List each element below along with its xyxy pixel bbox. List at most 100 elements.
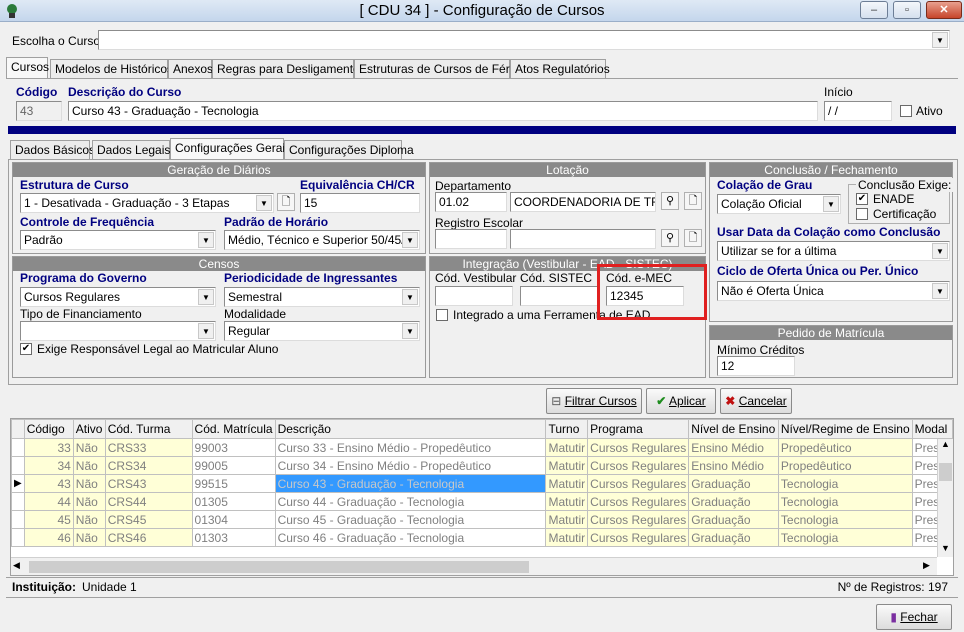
table-row[interactable]: 45 Não CRS45 01304 Curso 45 - Graduação - Te… [11,510,953,529]
certificacao-checkbox[interactable] [856,208,868,220]
cell-codigo[interactable]: 33 [23,438,74,457]
frequencia-select[interactable]: Padrão ▼ [20,230,216,250]
cell-turma[interactable]: CRS45 [104,510,193,529]
cell-ativo[interactable]: Não [72,528,106,547]
chevron-down-icon[interactable]: ▼ [402,323,418,339]
tab-estruturas-ferias[interactable]: Estruturas de Cursos de Férias [354,59,525,78]
cell-programa[interactable]: Cursos Regulares [587,528,690,547]
cell-programa[interactable]: Cursos Regulares [587,456,690,475]
cell-programa[interactable]: Cursos Regulares [587,438,690,457]
col-cod-turma[interactable]: Cód. Turma [104,419,193,439]
cell-descricao[interactable]: Curso 44 - Graduação - Tecnologia [274,492,547,511]
minimo-creditos-field[interactable]: 12 [717,356,795,376]
cell-turno[interactable]: Matutir [545,528,589,547]
cell-nivel[interactable]: Graduação [688,510,779,529]
cell-turno[interactable]: Matutir [545,456,589,475]
col-modal[interactable]: Modal [911,419,953,439]
ciclo-select[interactable]: Não é Oferta Única ▼ [717,281,950,301]
close-button[interactable]: ▮ Fechar [876,604,952,630]
cell-ativo[interactable]: Não [72,474,106,493]
cell-codigo[interactable]: 46 [23,528,74,547]
departamento-name-field[interactable]: COORDENADORIA DE TRAN [510,192,656,212]
row-indicator[interactable] [11,438,25,457]
description-field[interactable]: Curso 43 - Graduação - Tecnologia [68,101,818,121]
row-indicator[interactable]: ▶ [11,474,25,493]
table-row[interactable]: 46 Não CRS46 01303 Curso 46 - Graduação - Te… [11,528,953,547]
cell-descricao[interactable]: Curso 34 - Ensino Médio - Propedêutico [274,456,547,475]
cell-turma[interactable]: CRS33 [104,438,193,457]
ead-checkbox[interactable] [436,309,448,321]
table-row[interactable]: 34 Não CRS34 99005 Curso 34 - Ensino Médio -… [11,456,953,475]
cell-programa[interactable]: Cursos Regulares [587,510,690,529]
cell-matricula[interactable]: 99515 [191,474,276,493]
cell-descricao[interactable]: Curso 33 - Ensino Médio - Propedêutico [274,438,547,457]
cancel-button[interactable]: ✖ Cancelar [720,388,792,414]
table-row[interactable]: 33 Não CRS33 99003 Curso 33 - Ensino Médio -… [11,438,953,457]
col-programa[interactable]: Programa [587,419,690,439]
departamento-code-field[interactable]: 01.02 [435,192,507,212]
chevron-down-icon[interactable]: ▼ [198,289,214,305]
tab-dados-basicos[interactable]: Dados Básicos [10,140,95,159]
cell-nivel[interactable]: Graduação [688,474,779,493]
cell-codigo[interactable]: 45 [23,510,74,529]
col-nivel[interactable]: Nível de Ensino [688,419,779,439]
cell-turma[interactable]: CRS46 [104,528,193,547]
tab-cursos[interactable]: Cursos [6,57,49,78]
col-cod-matricula[interactable]: Cód. Matrícula [191,419,276,439]
cell-turno[interactable]: Matutir [545,510,589,529]
courses-grid[interactable]: Código Ativo Cód. Turma Cód. Matrícula D… [10,418,954,576]
cell-ativo[interactable]: Não [72,438,106,457]
new-document-icon[interactable]: 🗋 [684,229,702,247]
apply-button[interactable]: ✔ Aplicar [646,388,716,414]
horizontal-scroll-thumb[interactable] [29,561,529,573]
cell-nivel[interactable]: Graduação [688,492,779,511]
col-codigo[interactable]: Código [23,419,74,439]
tab-dados-legais[interactable]: Dados Legais [92,140,170,159]
cell-programa[interactable]: Cursos Regulares [587,474,690,493]
cell-codigo[interactable]: 44 [23,492,74,511]
col-ativo[interactable]: Ativo [72,419,106,439]
cell-turma[interactable]: CRS34 [104,456,193,475]
table-row[interactable]: ▶ 43 Não CRS43 99515 Curso 43 - Graduação - T… [11,474,953,493]
new-document-icon[interactable]: 🗋 [684,192,702,210]
cell-matricula[interactable]: 01305 [191,492,276,511]
cell-descricao[interactable]: Curso 43 - Graduação - Tecnologia [274,474,547,493]
cell-nivel[interactable]: Graduação [688,528,779,547]
cell-regime[interactable]: Tecnologia [777,474,913,493]
cell-matricula[interactable]: 99003 [191,438,276,457]
chevron-down-icon[interactable]: ▼ [932,32,948,48]
chevron-down-icon[interactable]: ▼ [932,243,948,259]
cell-programa[interactable]: Cursos Regulares [587,492,690,511]
cell-ativo[interactable]: Não [72,456,106,475]
col-descricao[interactable]: Descrição [274,419,547,439]
chevron-down-icon[interactable]: ▼ [198,232,214,248]
cell-descricao[interactable]: Curso 45 - Graduação - Tecnologia [274,510,547,529]
tab-atos-regulatorios[interactable]: Atos Regulatórios [510,59,610,78]
colacao-select[interactable]: Colação Oficial ▼ [717,194,841,214]
cell-turno[interactable]: Matutir [545,438,589,457]
cell-ativo[interactable]: Não [72,510,106,529]
cell-turno[interactable]: Matutir [545,492,589,511]
chevron-down-icon[interactable]: ▼ [402,232,418,248]
row-indicator[interactable] [11,492,25,511]
cell-matricula[interactable]: 01304 [191,510,276,529]
col-turno[interactable]: Turno [545,419,589,439]
cell-ativo[interactable]: Não [72,492,106,511]
tab-anexos[interactable]: Anexos [168,59,213,78]
chevron-down-icon[interactable]: ▼ [932,283,948,299]
cell-turma[interactable]: CRS44 [104,492,193,511]
chevron-down-icon[interactable]: ▼ [402,289,418,305]
col-regime[interactable]: Nível/Regime de Ensino [777,419,913,439]
cell-codigo[interactable]: 43 [23,474,74,493]
cell-turno[interactable]: Matutir [545,474,589,493]
course-select[interactable]: ▼ [98,30,950,50]
tab-configuracoes-gerais[interactable]: Configurações Gerais [170,138,291,159]
close-window-button[interactable]: ✕ [926,1,962,19]
cell-regime[interactable]: Propedêutico [777,456,913,475]
cell-regime[interactable]: Tecnologia [777,492,913,511]
cell-regime[interactable]: Propedêutico [777,438,913,457]
start-date-field[interactable]: / / [824,101,892,121]
usar-data-select[interactable]: Utilizar se for a última ▼ [717,241,950,261]
cell-regime[interactable]: Tecnologia [777,510,913,529]
financiamento-select[interactable]: ▼ [20,321,216,341]
